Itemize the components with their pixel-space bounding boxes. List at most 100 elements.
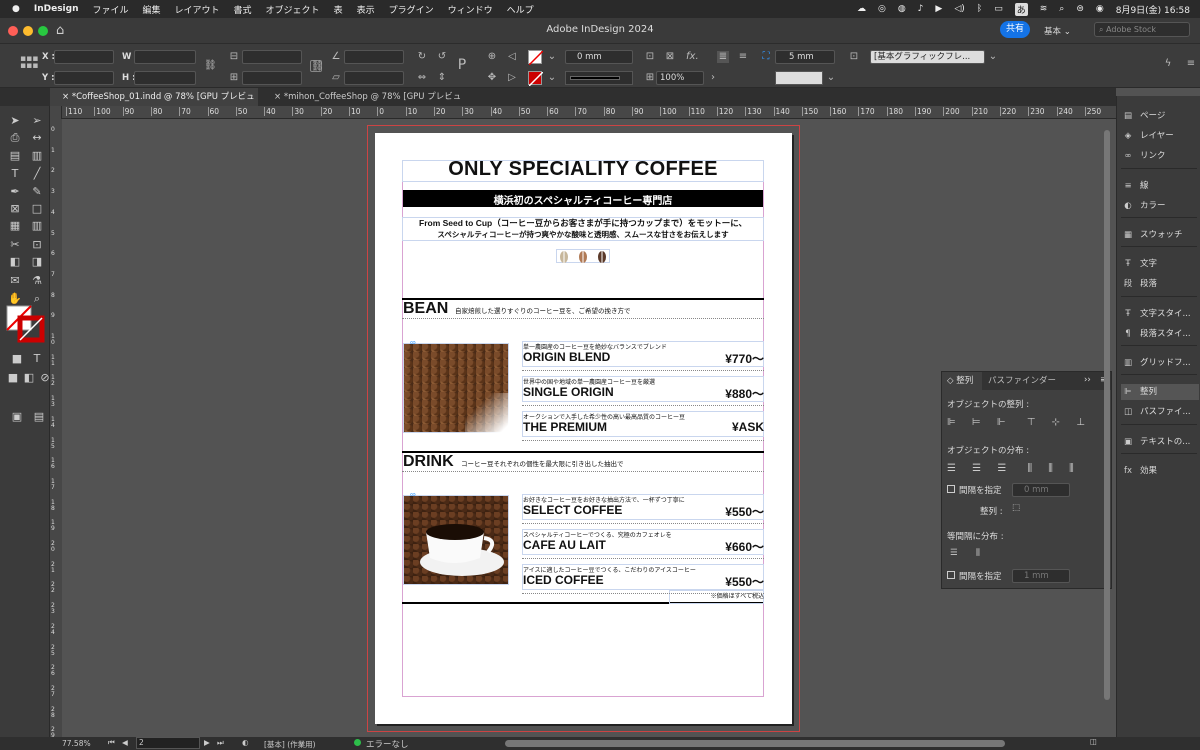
ruler-origin[interactable] (50, 106, 62, 119)
rotate-ccw-icon[interactable]: ↺ (436, 51, 448, 63)
tab-align[interactable]: ◇ 整列 (942, 372, 982, 390)
apply-gradient-icon[interactable]: ◧ (22, 371, 36, 384)
rectangle-frame-tool-icon[interactable]: ⊠ (8, 202, 22, 215)
corner-menu-icon[interactable]: ⌄ (825, 72, 837, 84)
close-icon[interactable]: × (62, 92, 72, 102)
flip-h-icon[interactable]: ⇔ (416, 72, 428, 84)
search-icon[interactable]: ⌕ (1059, 4, 1064, 14)
tab-pathfinder[interactable]: パスファインダー (988, 372, 1056, 390)
workspace-switcher[interactable]: 基本 ⌄ (1044, 25, 1071, 37)
object-style-menu-icon[interactable]: ⌄ (987, 51, 999, 63)
panel-menu-icon[interactable]: ≡ (1185, 58, 1197, 70)
play-icon[interactable]: ▶ (935, 4, 942, 14)
align-left-icon[interactable]: ≣ (717, 51, 729, 63)
fill-swatch[interactable] (528, 50, 544, 66)
menu-plugins[interactable]: プラグイン (389, 3, 434, 16)
align-to-selection-icon[interactable]: ⬚ (1012, 503, 1020, 513)
use-spacing-checkbox-2[interactable] (947, 571, 955, 579)
line-tool-icon[interactable]: ╱ (30, 167, 44, 180)
p-icon[interactable]: P (456, 58, 468, 72)
constrain-scale-icon[interactable]: ⛓ (310, 60, 324, 72)
prev-page-icon[interactable]: ◀ (122, 738, 128, 747)
stroke-type-select[interactable] (565, 71, 633, 85)
panel-layers[interactable]: ◈ レイヤー (1121, 128, 1199, 144)
menu-type[interactable]: 書式 (234, 3, 252, 16)
menu-help[interactable]: ヘルプ (507, 3, 534, 16)
dist-top-icon[interactable]: ☰ (947, 463, 956, 474)
align-right-edges-icon[interactable]: ⊩ (997, 417, 1006, 428)
menu-edit[interactable]: 編集 (143, 3, 161, 16)
control-center-icon[interactable]: ⊜ (1076, 4, 1084, 14)
document-tab-1[interactable]: × *CoffeeShop_01.indd @ 78% [GPU プレビュー] (50, 88, 258, 120)
next-object-icon[interactable]: ▷ (506, 72, 518, 84)
first-page-icon[interactable]: ⏮ (108, 738, 115, 748)
preview-mode-icon[interactable]: ▤ (32, 410, 46, 423)
panel-char-style[interactable]: Ŧ 文字スタイ... (1121, 306, 1199, 322)
direct-selection-tool-icon[interactable]: ➢ (30, 114, 44, 127)
rotate-field[interactable] (344, 50, 404, 64)
share-button[interactable]: 共有 (1000, 21, 1030, 38)
script-icon[interactable]: ♪ (918, 4, 924, 14)
panel-color[interactable]: ◐ カラー (1121, 198, 1199, 214)
document-page[interactable]: ONLY SPECIALITY COFFEE 横浜初のスペシャルティコーヒー専門… (375, 133, 792, 724)
free-transform-tool-icon[interactable]: ⊡ (30, 238, 44, 251)
battery-icon[interactable]: ▭ (994, 4, 1003, 14)
auto-fit-icon[interactable]: ⛶ (760, 51, 772, 63)
effects-menu-icon[interactable]: › (707, 72, 719, 84)
align-h-centers-icon[interactable]: ⊨ (972, 417, 981, 428)
note-tool-icon[interactable]: ✉ (8, 274, 22, 287)
page-tool-icon[interactable]: ⎙ (8, 131, 22, 145)
selection-tool-icon[interactable]: ➤ (8, 114, 22, 127)
panel-pathfinder[interactable]: ◫ パスファイ... (1121, 404, 1199, 420)
app-menu[interactable]: InDesign (34, 4, 79, 14)
panel-collapse-icon[interactable]: ›› (1084, 375, 1091, 385)
align-left-edges-icon[interactable]: ⊫ (947, 417, 956, 428)
panel-swatches[interactable]: ▦ スウォッチ (1121, 227, 1199, 243)
content-fitting-icon[interactable]: ⊠ (664, 51, 676, 63)
page-field[interactable]: 2 (136, 737, 200, 749)
use-spacing-checkbox[interactable] (947, 485, 955, 493)
align-bottom-edges-icon[interactable]: ⊥ (1076, 417, 1085, 428)
gap-field[interactable]: 5 mm (775, 50, 835, 64)
apple-menu-icon[interactable]: ● (12, 4, 20, 14)
corner-shape-select[interactable] (775, 71, 823, 85)
preflight-menu-icon[interactable]: ◐ (242, 738, 249, 747)
gradient-feather-tool-icon[interactable]: ◨ (30, 255, 44, 268)
pencil-tool-icon[interactable]: ✎ (30, 185, 44, 198)
menu-table[interactable]: 表 (334, 3, 343, 16)
adobe-stock-search[interactable]: ⌕ Adobe Stock (1094, 22, 1190, 37)
next-page-icon[interactable]: ▶ (204, 738, 210, 747)
apply-color-icon[interactable]: ■ (6, 371, 20, 384)
document-tab-2[interactable]: × *mihon_CoffeeShop @ 78% [GPU プレビュー] (262, 88, 472, 120)
lightning-icon[interactable]: ϟ (1162, 58, 1174, 70)
dist-v-center-icon[interactable]: ☰ (972, 463, 981, 474)
menu-view[interactable]: 表示 (357, 3, 375, 16)
vertical-scrollbar[interactable] (1104, 130, 1110, 700)
bean-icons[interactable] (556, 249, 610, 263)
type-tool-icon[interactable]: T (8, 167, 22, 180)
stroke-swatch[interactable] (528, 71, 544, 87)
menu-layout[interactable]: レイアウト (175, 3, 220, 16)
x-field[interactable] (54, 50, 114, 64)
fx-icon[interactable]: fx. (686, 51, 699, 63)
view-toggle-icon[interactable]: ◫ (1090, 737, 1097, 746)
menu-object[interactable]: オブジェクト (266, 3, 320, 16)
horizontal-ruler[interactable]: 110 100 90 80 70 60 50 40 30 20 10 0 10 20 30 40 50 60 70 8… (62, 106, 1116, 119)
fill-menu-icon[interactable]: ⌄ (546, 51, 558, 63)
wifi-icon[interactable]: ≋ (1040, 4, 1048, 14)
panel-paragraph[interactable]: 段段落 (1121, 276, 1199, 292)
hand-tool-icon[interactable]: ✋ (8, 292, 22, 305)
dist-h-center-icon[interactable]: ⫼ (1048, 463, 1053, 474)
dist-right-icon[interactable]: ⫼ (1069, 463, 1074, 474)
panel-align[interactable]: ⊫ 整列 (1121, 384, 1199, 400)
select-container-icon[interactable]: ⊕ (486, 51, 498, 63)
object-style-select[interactable]: [基本グラフィックフレ... (870, 50, 985, 64)
gradient-swatch-tool-icon[interactable]: ◧ (8, 255, 22, 268)
stroke-weight-field[interactable]: 0 mm (565, 50, 633, 64)
prev-object-icon[interactable]: ◁ (506, 51, 518, 63)
vertical-grid-tool-icon[interactable]: ▥ (30, 219, 44, 232)
zoom-level[interactable]: 77.58% (62, 739, 91, 748)
fill-stroke-swatch[interactable] (6, 305, 46, 343)
shear-field[interactable] (344, 71, 404, 85)
apply-none-icon[interactable]: ⊘ (38, 371, 52, 384)
